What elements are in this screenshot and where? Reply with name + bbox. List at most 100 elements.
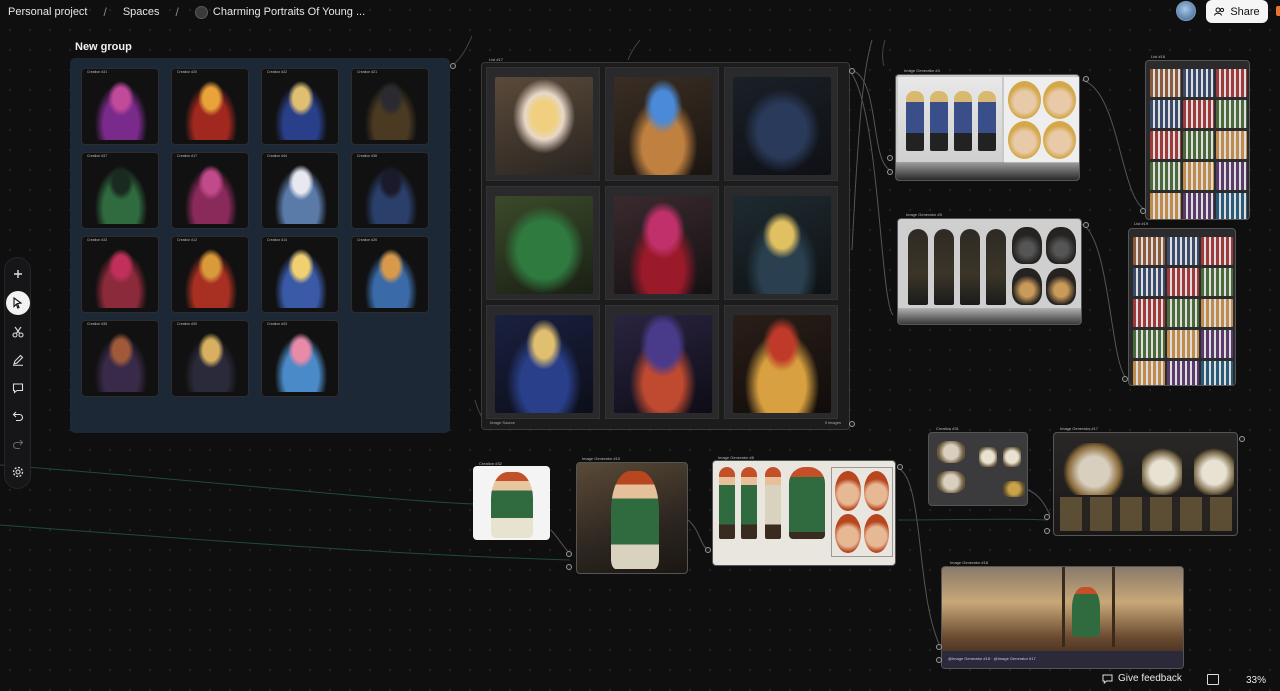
connection-port[interactable]: [1044, 528, 1050, 534]
group-tile[interactable]: Creation #37: [81, 152, 159, 229]
connection-port[interactable]: [1044, 514, 1050, 520]
undo-icon[interactable]: [7, 405, 29, 427]
list-thumbnail[interactable]: [1167, 330, 1199, 358]
connection-port[interactable]: [1140, 208, 1146, 214]
list-thumbnail[interactable]: [1150, 193, 1181, 219]
node-label: Image Generator #5: [906, 212, 942, 217]
creation-node[interactable]: [928, 432, 1028, 506]
connection-port[interactable]: [450, 63, 456, 69]
connection-port[interactable]: [887, 155, 893, 161]
list-thumbnail[interactable]: [1133, 361, 1165, 385]
group-tile[interactable]: Creation #22: [261, 68, 339, 145]
list-thumbnail[interactable]: [1133, 237, 1165, 265]
connection-port[interactable]: [849, 421, 855, 427]
list-thumbnail[interactable]: [1216, 69, 1247, 97]
group-tile[interactable]: Creation #30: [171, 320, 249, 397]
list-thumbnail[interactable]: [1150, 100, 1181, 128]
list-thumbnail[interactable]: [1167, 237, 1199, 265]
list-thumbnail[interactable]: [1150, 131, 1181, 159]
group-tile[interactable]: Creation #35: [81, 320, 159, 397]
list-thumbnail[interactable]: [1201, 237, 1233, 265]
draw-icon[interactable]: [7, 349, 29, 371]
list-thumbnail[interactable]: [1201, 299, 1233, 327]
character-image: [270, 160, 332, 224]
group-tile[interactable]: Creation #31: [81, 68, 159, 145]
add-icon[interactable]: [7, 263, 29, 285]
grid-image-cell[interactable]: [605, 305, 719, 419]
image-generator-node[interactable]: [897, 218, 1082, 325]
image-generator-node[interactable]: [712, 460, 896, 566]
grid-image-cell[interactable]: [486, 305, 600, 419]
connection-port[interactable]: [705, 547, 711, 553]
group-tile[interactable]: Creation #33: [81, 236, 159, 313]
list-thumbnail[interactable]: [1167, 299, 1199, 327]
image-grid-node[interactable]: List #17 Image Source 9 images: [481, 57, 850, 430]
connection-port[interactable]: [849, 68, 855, 74]
grid-image-cell[interactable]: [724, 305, 838, 419]
list-thumbnail[interactable]: [1183, 69, 1214, 97]
minimap-icon[interactable]: [1207, 674, 1219, 685]
grid-image-cell[interactable]: [486, 186, 600, 300]
list-thumbnail[interactable]: [1201, 330, 1233, 358]
list-thumbnail[interactable]: [1133, 299, 1165, 327]
list-thumbnail[interactable]: [1216, 100, 1247, 128]
group-tile[interactable]: Creation #21: [351, 68, 429, 145]
grid-image-cell[interactable]: [724, 186, 838, 300]
list-thumbnail[interactable]: [1216, 162, 1247, 190]
list-thumbnail[interactable]: [1167, 268, 1199, 296]
zoom-level[interactable]: 33%: [1246, 675, 1266, 686]
list-node[interactable]: [1145, 60, 1250, 220]
redo-icon[interactable]: [7, 433, 29, 455]
give-feedback-button[interactable]: Give feedback: [1102, 673, 1182, 684]
connection-port[interactable]: [1083, 222, 1089, 228]
list-thumbnail[interactable]: [1167, 361, 1199, 385]
comment-icon[interactable]: [7, 377, 29, 399]
list-thumbnail[interactable]: [1183, 162, 1214, 190]
group-tile[interactable]: Creation #20: [171, 68, 249, 145]
group-tile[interactable]: Creation #12: [171, 236, 249, 313]
connection-port[interactable]: [887, 169, 893, 175]
image-generator-node[interactable]: [576, 462, 688, 574]
group-tile[interactable]: Creation #14: [261, 236, 339, 313]
connection-port[interactable]: [936, 644, 942, 650]
connection-port[interactable]: [566, 551, 572, 557]
connection-port[interactable]: [566, 564, 572, 570]
group-tile[interactable]: Creation #36: [351, 152, 429, 229]
group-tile[interactable]: Creation #43: [261, 320, 339, 397]
connection-port[interactable]: [1083, 76, 1089, 82]
grid-image-cell[interactable]: [724, 67, 838, 181]
group-tile[interactable]: Creation #17: [171, 152, 249, 229]
settings-icon[interactable]: [7, 461, 29, 483]
list-thumbnail[interactable]: [1183, 131, 1214, 159]
select-icon[interactable]: [5, 291, 30, 315]
grid-image-cell[interactable]: [605, 186, 719, 300]
list-thumbnail[interactable]: [1201, 361, 1233, 385]
grid-image-cell[interactable]: [486, 67, 600, 181]
image-generator-node[interactable]: [895, 74, 1080, 181]
group-container[interactable]: Creation #31 Creation #20 Creation #22 Crea…: [70, 58, 450, 433]
list-thumbnail[interactable]: [1201, 268, 1233, 296]
grid-image-cell[interactable]: [605, 67, 719, 181]
list-thumbnail[interactable]: [1216, 193, 1247, 219]
tile-label: Creation #30: [177, 322, 198, 326]
list-thumbnail[interactable]: [1133, 330, 1165, 358]
group-title[interactable]: New group: [75, 41, 132, 53]
list-thumbnail[interactable]: [1133, 268, 1165, 296]
list-thumbnail[interactable]: [1150, 162, 1181, 190]
list-thumbnail[interactable]: [1150, 69, 1181, 97]
cut-icon[interactable]: [7, 321, 29, 343]
image-generator-node[interactable]: [1053, 432, 1238, 536]
connection-port[interactable]: [936, 657, 942, 663]
list-thumbnail[interactable]: [1216, 131, 1247, 159]
connection-port[interactable]: [897, 464, 903, 470]
face-sheet-image: [1004, 77, 1079, 163]
group-tile[interactable]: Creation #44: [261, 152, 339, 229]
image-generator-node[interactable]: @Image Generator #18 · @Image Generator …: [941, 566, 1184, 669]
list-thumbnail[interactable]: [1183, 193, 1214, 219]
connection-port[interactable]: [1122, 376, 1128, 382]
group-tile[interactable]: Creation #26: [351, 236, 429, 313]
connection-port[interactable]: [1239, 436, 1245, 442]
list-thumbnail[interactable]: [1183, 100, 1214, 128]
creation-node[interactable]: [473, 466, 550, 540]
list-node[interactable]: [1128, 228, 1236, 386]
